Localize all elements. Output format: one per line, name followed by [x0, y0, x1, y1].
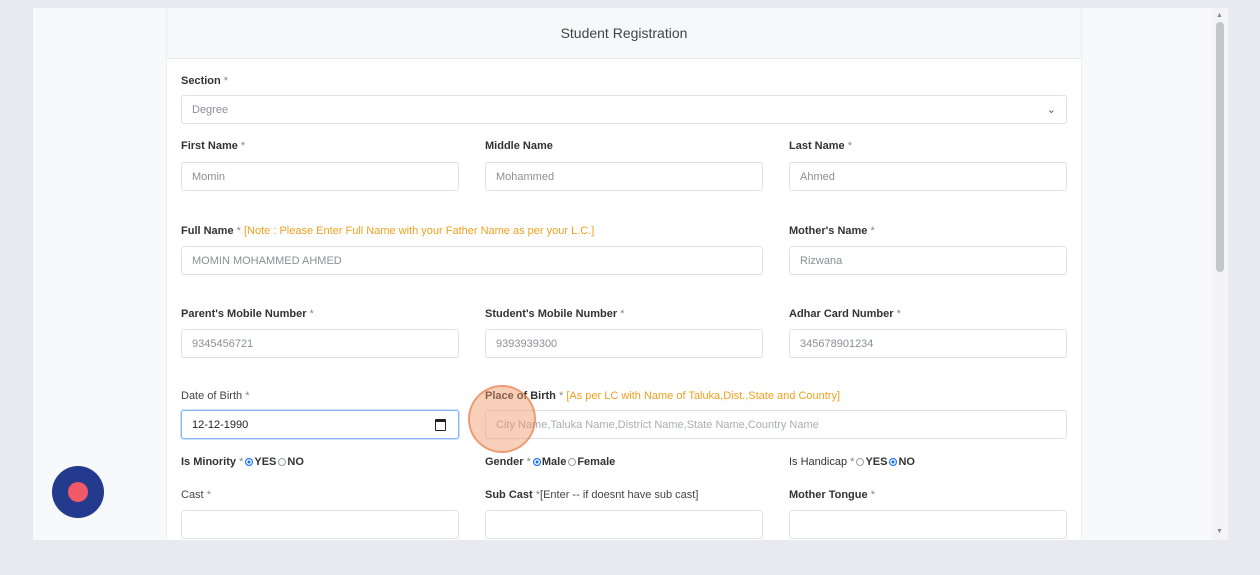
- student-mobile-field[interactable]: 9393939300: [485, 329, 763, 358]
- page-viewport: Student Registration Section * Degree ⌄ …: [33, 8, 1212, 540]
- click-indicator: [468, 385, 536, 453]
- place-of-birth-label: Place of Birth * [As per LC with Name of…: [485, 390, 841, 402]
- last-name-field[interactable]: Ahmed: [789, 162, 1067, 191]
- place-of-birth-field[interactable]: City Name,Taluka Name,District Name,Stat…: [485, 410, 1067, 439]
- full-name-field[interactable]: MOMIN MOHAMMED AHMED: [181, 246, 763, 275]
- sub-cast-note: [Enter -- if doesnt have sub cast]: [540, 489, 699, 501]
- adhar-field[interactable]: 345678901234: [789, 329, 1067, 358]
- dob-field[interactable]: 12-12-1990: [181, 410, 459, 439]
- mother-tongue-label: Mother Tongue *: [789, 489, 875, 501]
- handicap-no-radio[interactable]: [889, 458, 898, 466]
- scroll-up-icon[interactable]: ▲: [1216, 12, 1223, 20]
- first-name-label: First Name *: [181, 140, 246, 152]
- dob-label: Date of Birth *: [181, 390, 250, 402]
- section-label: Section *: [181, 75, 229, 87]
- chevron-down-icon: ⌄: [1046, 104, 1056, 116]
- section-select[interactable]: Degree ⌄: [181, 95, 1067, 124]
- parent-mobile-label: Parent's Mobile Number *: [181, 308, 314, 320]
- sub-cast-label: Sub Cast *[Enter -- if doesnt have sub c…: [485, 489, 699, 501]
- scroll-down-icon[interactable]: ▼: [1216, 528, 1223, 536]
- minority-yes-radio[interactable]: [245, 458, 254, 466]
- gender-radio-group: Gender * Male Female: [485, 456, 616, 468]
- full-name-note: [Note : Please Enter Full Name with your…: [243, 225, 595, 237]
- sub-cast-field[interactable]: [485, 510, 763, 539]
- mother-name-label: Mother's Name *: [789, 225, 875, 237]
- gender-female-radio[interactable]: [568, 458, 577, 466]
- scrollbar[interactable]: ▲ ▼: [1212, 8, 1228, 540]
- page-title: Student Registration: [560, 25, 688, 41]
- parent-mobile-field[interactable]: 9345456721: [181, 329, 459, 358]
- place-of-birth-note: [As per LC with Name of Taluka,Dist.,Sta…: [566, 390, 841, 402]
- student-mobile-label: Student's Mobile Number *: [485, 308, 625, 320]
- first-name-field[interactable]: Momin: [181, 162, 459, 191]
- adhar-label: Adhar Card Number *: [789, 308, 901, 320]
- cast-label: Cast *: [181, 489, 211, 501]
- calendar-icon[interactable]: [435, 418, 446, 431]
- scroll-thumb[interactable]: [1216, 22, 1224, 272]
- handicap-yes-radio[interactable]: [856, 458, 865, 466]
- handicap-radio-group: Is Handicap * YES NO: [789, 456, 915, 468]
- mother-tongue-field[interactable]: [789, 510, 1067, 539]
- card-header: Student Registration: [167, 8, 1081, 59]
- middle-name-label: Middle Name: [485, 140, 553, 152]
- gender-male-radio[interactable]: [532, 458, 541, 466]
- cast-field[interactable]: [181, 510, 459, 539]
- mother-name-field[interactable]: Rizwana: [789, 246, 1067, 275]
- registration-card: Student Registration Section * Degree ⌄ …: [166, 8, 1082, 540]
- minority-radio-group: Is Minority * YES NO: [181, 456, 304, 468]
- last-name-label: Last Name *: [789, 140, 852, 152]
- record-icon: [68, 482, 88, 502]
- record-button[interactable]: [52, 466, 104, 518]
- full-name-label: Full Name * [Note : Please Enter Full Na…: [181, 225, 595, 237]
- minority-no-radio[interactable]: [278, 458, 287, 466]
- middle-name-field[interactable]: Mohammed: [485, 162, 763, 191]
